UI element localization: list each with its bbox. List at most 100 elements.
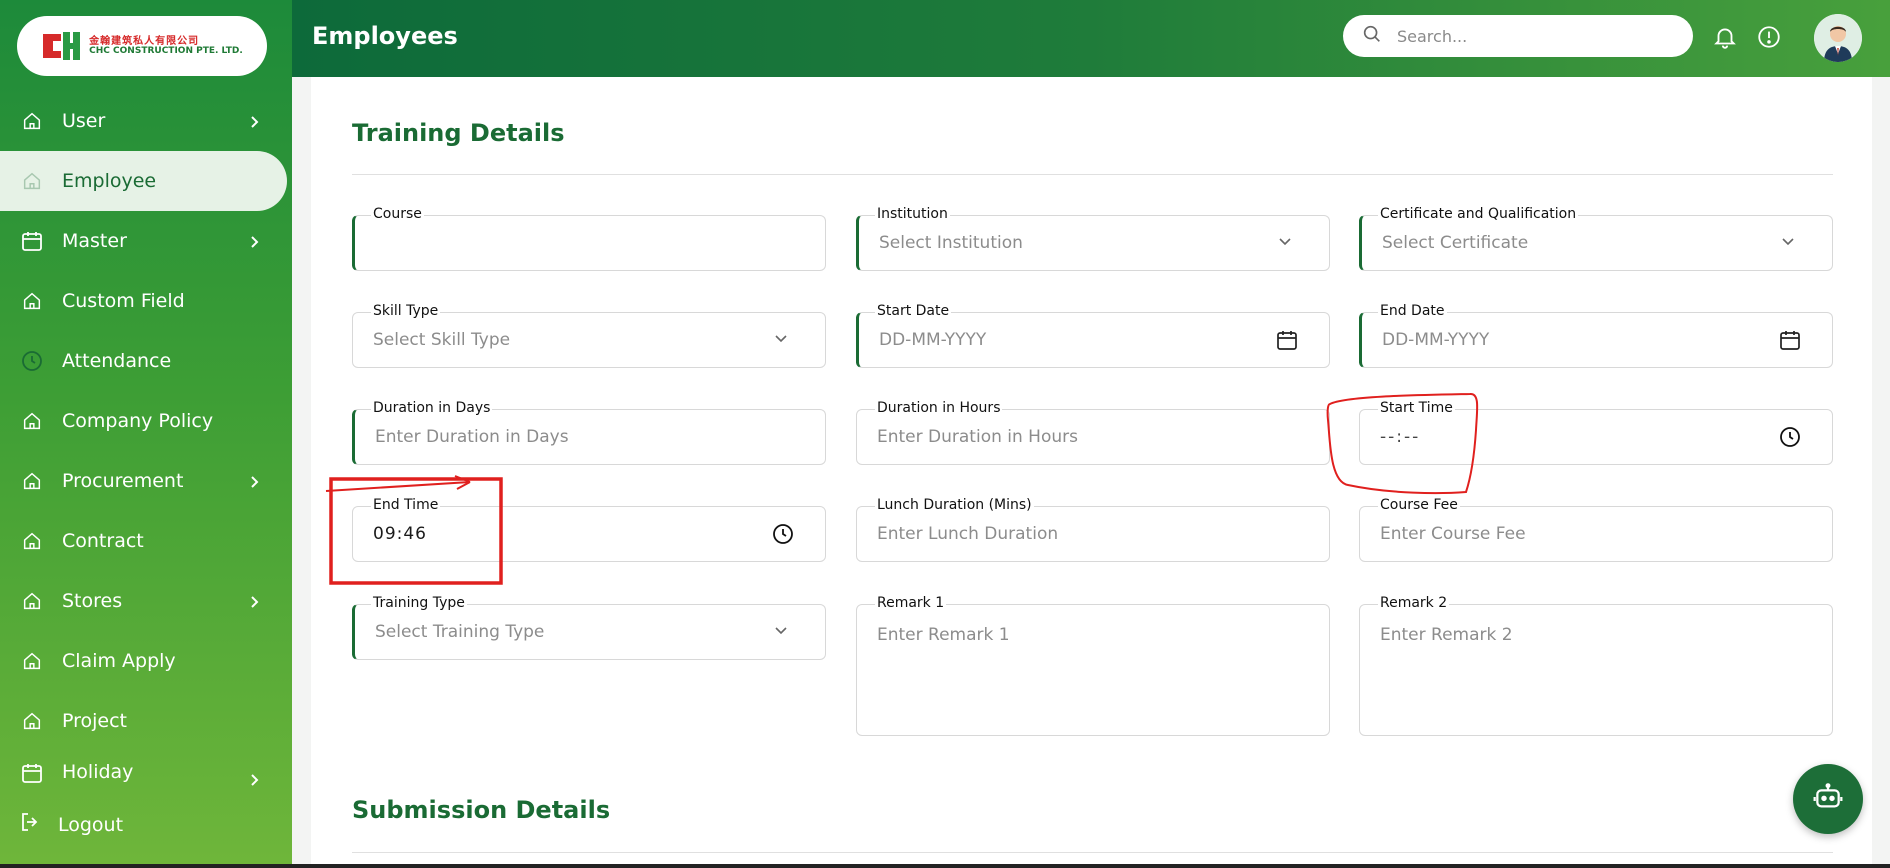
sidebar-item-label: Project (62, 710, 128, 732)
info-alert-icon[interactable] (1756, 24, 1782, 50)
home-icon (20, 649, 44, 673)
calendar-icon (20, 229, 44, 253)
home-icon (20, 289, 44, 313)
logout-button[interactable]: Logout (18, 810, 123, 839)
remark1-textarea[interactable]: Enter Remark 1 (856, 604, 1330, 736)
sidebar-item-claim-apply[interactable]: Claim Apply (0, 631, 292, 691)
start-date-label: Start Date (875, 303, 952, 319)
home-icon (20, 529, 44, 553)
sidebar-item-employee[interactable]: Employee (0, 151, 287, 211)
home-icon (20, 709, 44, 733)
chevron-down-icon (1275, 231, 1299, 255)
duration-hours-label: Duration in Hours (875, 400, 1003, 416)
training-type-dropdown[interactable]: Select Training Type (352, 604, 826, 660)
sidebar: 金翰建筑私人有限公司 CHC CONSTRUCTION PTE. LTD. Us… (0, 0, 292, 868)
search-box[interactable] (1343, 15, 1693, 57)
sidebar-item-contract[interactable]: Contract (0, 511, 292, 571)
end-time-input[interactable]: 09:46 (352, 506, 826, 562)
end-date-input[interactable]: DD-MM-YYYY (1359, 312, 1833, 368)
sidebar-nav: User Employee Master Custom Field Attend… (0, 91, 292, 791)
chevron-right-icon (246, 593, 262, 609)
duration-days-input[interactable]: Enter Duration in Days (352, 409, 826, 465)
calendar-icon (20, 761, 44, 785)
brand-en-name: CHC CONSTRUCTION PTE. LTD. (89, 45, 243, 56)
calendar-icon[interactable] (1778, 328, 1802, 352)
sidebar-item-stores[interactable]: Stores (0, 571, 292, 631)
chevron-down-icon (1778, 231, 1802, 255)
home-icon (20, 109, 44, 133)
chevron-right-icon (246, 233, 262, 249)
sidebar-item-label: Employee (62, 170, 157, 192)
home-icon (20, 589, 44, 613)
lunch-duration-input[interactable]: Enter Lunch Duration (856, 506, 1330, 562)
sidebar-item-user[interactable]: User (0, 91, 292, 151)
employee-form-card: Training Details Course Select Instituti… (311, 77, 1872, 868)
course-fee-label: Course Fee (1378, 497, 1460, 513)
search-icon (1361, 23, 1383, 49)
company-logo[interactable]: 金翰建筑私人有限公司 CHC CONSTRUCTION PTE. LTD. (17, 16, 267, 76)
chevron-right-icon (246, 771, 262, 787)
remark2-textarea[interactable]: Enter Remark 2 (1359, 604, 1833, 736)
certificate-dropdown[interactable]: Select Certificate (1359, 215, 1833, 271)
chevron-right-icon (246, 473, 262, 489)
chatbot-button[interactable] (1793, 764, 1863, 834)
skill-type-label: Skill Type (371, 303, 441, 319)
sidebar-item-holiday[interactable]: Holiday (0, 751, 292, 791)
lunch-duration-label: Lunch Duration (Mins) (875, 497, 1034, 513)
clock-icon[interactable] (1778, 425, 1802, 449)
sidebar-item-label: Claim Apply (62, 650, 176, 672)
chevron-down-icon (771, 328, 795, 352)
home-icon (20, 409, 44, 433)
section-divider (352, 852, 1833, 853)
skill-type-dropdown[interactable]: Select Skill Type (352, 312, 826, 368)
logout-icon (18, 810, 42, 839)
remark1-label: Remark 1 (875, 595, 947, 611)
bell-icon[interactable] (1712, 24, 1738, 50)
brand-cn-name: 金翰建筑私人有限公司 (89, 35, 200, 47)
sidebar-item-project[interactable]: Project (0, 691, 292, 751)
certificate-label: Certificate and Qualification (1378, 206, 1579, 222)
course-fee-input[interactable]: Enter Course Fee (1359, 506, 1833, 562)
sidebar-item-label: Procurement (62, 470, 184, 492)
sidebar-item-label: Attendance (62, 350, 172, 372)
submission-details-title: Submission Details (352, 796, 611, 824)
sidebar-item-custom-field[interactable]: Custom Field (0, 271, 292, 331)
sidebar-item-label: Custom Field (62, 290, 185, 312)
institution-dropdown[interactable]: Select Institution (856, 215, 1330, 271)
calendar-icon[interactable] (1275, 328, 1299, 352)
sidebar-item-label: Master (62, 230, 127, 252)
duration-hours-input[interactable]: Enter Duration in Hours (856, 409, 1330, 465)
course-input[interactable] (352, 215, 826, 271)
end-date-label: End Date (1378, 303, 1447, 319)
sidebar-item-label: Stores (62, 590, 123, 612)
user-avatar[interactable] (1814, 14, 1862, 62)
logout-label: Logout (58, 813, 124, 836)
course-label: Course (371, 206, 424, 222)
duration-days-label: Duration in Days (371, 400, 493, 416)
sidebar-item-procurement[interactable]: Procurement (0, 451, 292, 511)
sidebar-item-label: Holiday (62, 761, 134, 783)
clock-icon[interactable] (771, 522, 795, 546)
sidebar-item-label: User (62, 110, 106, 132)
start-date-input[interactable]: DD-MM-YYYY (856, 312, 1330, 368)
section-divider (352, 174, 1833, 175)
sidebar-item-label: Company Policy (62, 410, 214, 432)
search-input[interactable] (1397, 26, 1657, 46)
chevron-right-icon (246, 113, 262, 129)
chc-logo-icon (41, 28, 81, 64)
sidebar-item-attendance[interactable]: Attendance (0, 331, 292, 391)
training-type-label: Training Type (371, 595, 467, 611)
home-icon (20, 469, 44, 493)
institution-label: Institution (875, 206, 950, 222)
home-icon (20, 169, 44, 193)
start-time-label: Start Time (1378, 400, 1455, 416)
robot-icon (1812, 781, 1844, 817)
sidebar-item-label: Contract (62, 530, 144, 552)
sidebar-item-company-policy[interactable]: Company Policy (0, 391, 292, 451)
top-header: Employees (292, 0, 1890, 77)
sidebar-item-master[interactable]: Master (0, 211, 292, 271)
taskbar-edge (0, 864, 1890, 868)
start-time-input[interactable]: --:-- (1359, 409, 1833, 465)
end-time-label: End Time (371, 497, 441, 513)
clock-icon (20, 349, 44, 373)
